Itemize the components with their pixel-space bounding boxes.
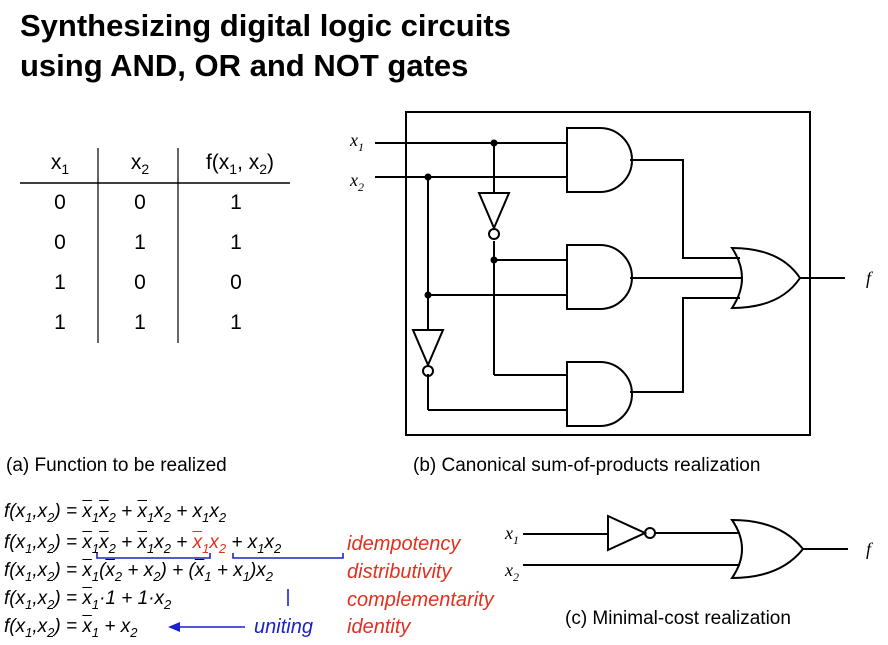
circuit-c-input-2: x2 (504, 560, 519, 584)
caption-b: (b) Canonical sum-of-products realizatio… (413, 455, 761, 476)
circuit-b-input-2: x2 (349, 170, 364, 194)
circuit-c-output: f (866, 539, 874, 559)
equation-4: f(x1,x2) = x1·1 + 1·x2 (4, 588, 172, 612)
circuit-b-box (405, 111, 811, 436)
law-distributivity: distributivity (347, 561, 452, 583)
circuit-b-output: f (866, 268, 874, 288)
equation-3: f(x1,x2) = x1(x2 + x2) + (x1 + x1)x2 (4, 560, 274, 584)
caption-a: (a) Function to be realized (6, 455, 227, 476)
or-gate-c (730, 518, 805, 580)
law-complementarity: complementarity (347, 589, 494, 611)
not-gate-2 (411, 329, 445, 368)
law-idempotency: idempotency (347, 533, 461, 555)
caption-c: (c) Minimal-cost realization (565, 608, 791, 629)
not-gate-c (607, 514, 648, 552)
and-gate-1 (566, 127, 633, 193)
not-gate-1 (477, 192, 511, 231)
equation-5: f(x1,x2) = x1 + x2 (4, 616, 138, 640)
or-gate (730, 246, 802, 310)
and-gate-2 (566, 244, 633, 310)
circuit-c-input-1: x1 (504, 523, 519, 547)
circuit-b-input-1: x1 (349, 130, 364, 154)
equation-1: f(x1,x2) = x1x2 + x1x2 + x1x2 (4, 501, 227, 525)
uniting-arrow-icon (168, 622, 180, 632)
equation-2: f(x1,x2) = x1x2 + x1x2 + x1x2 + x1x2 (4, 532, 282, 556)
law-uniting: uniting (254, 616, 313, 638)
law-identity: identity (347, 616, 411, 638)
and-gate-3 (566, 361, 633, 427)
